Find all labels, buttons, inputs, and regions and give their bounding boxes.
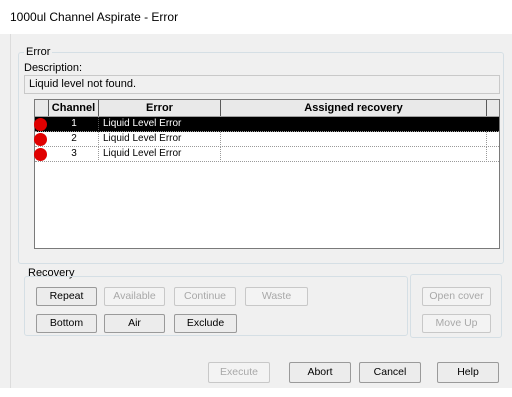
error-group-label: Error [24, 46, 53, 58]
air-button[interactable]: Air [104, 314, 165, 333]
error-dialog: 1000ul Channel Aspirate - Error Error De… [0, 0, 512, 397]
exclude-button[interactable]: Exclude [174, 314, 237, 333]
table-row[interactable]: 2 Liquid Level Error [35, 132, 499, 147]
execute-button[interactable]: Execute [208, 362, 270, 383]
cell-error: Liquid Level Error [103, 133, 182, 144]
description-label: Description: [24, 62, 83, 74]
error-indicator-icon [34, 133, 47, 146]
available-button[interactable]: Available [104, 287, 165, 306]
bottom-button[interactable]: Bottom [36, 314, 97, 333]
cell-error: Liquid Level Error [103, 118, 182, 129]
table-row[interactable]: 3 Liquid Level Error [35, 147, 499, 162]
header-error[interactable]: Error [99, 100, 221, 116]
cancel-button[interactable]: Cancel [359, 362, 421, 383]
cell-recovery [225, 117, 495, 132]
continue-button[interactable]: Continue [174, 287, 236, 306]
table-header: Channel Error Assigned recovery [35, 100, 499, 117]
cell-channel: 3 [71, 148, 77, 159]
title-bar[interactable]: 1000ul Channel Aspirate - Error [0, 0, 512, 34]
header-channel[interactable]: Channel [49, 100, 99, 116]
header-indicator [35, 100, 49, 116]
error-indicator-icon [34, 148, 47, 161]
waste-button[interactable]: Waste [245, 287, 308, 306]
move-up-button[interactable]: Move Up [422, 314, 491, 333]
cell-channel: 1 [71, 118, 77, 129]
open-cover-button[interactable]: Open cover [422, 287, 491, 306]
error-indicator-icon [34, 118, 47, 131]
header-assigned-recovery[interactable]: Assigned recovery [221, 100, 487, 116]
cell-recovery [225, 147, 487, 162]
window-title: 1000ul Channel Aspirate - Error [10, 10, 179, 24]
description-text: Liquid level not found. [29, 78, 137, 90]
cell-error: Liquid Level Error [103, 148, 182, 159]
abort-button[interactable]: Abort [289, 362, 351, 383]
cell-channel: 2 [71, 133, 77, 144]
help-button[interactable]: Help [437, 362, 499, 383]
table-row[interactable]: 1 Liquid Level Error [35, 117, 499, 132]
window-bottom-border [0, 388, 512, 397]
error-table[interactable]: Channel Error Assigned recovery 1 Liquid… [34, 99, 500, 249]
description-field: Liquid level not found. [24, 75, 500, 94]
cell-recovery [225, 132, 487, 147]
repeat-button[interactable]: Repeat [36, 287, 97, 306]
